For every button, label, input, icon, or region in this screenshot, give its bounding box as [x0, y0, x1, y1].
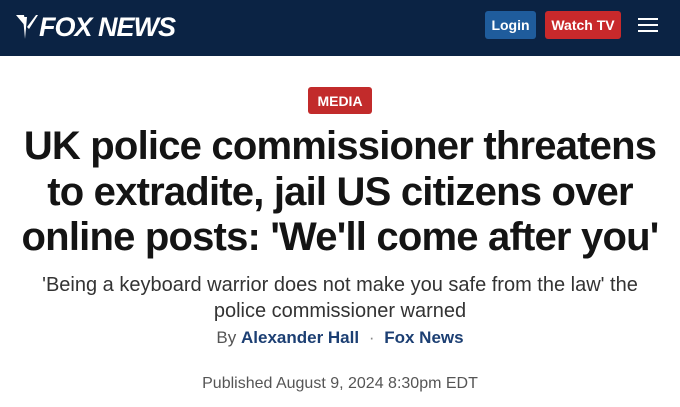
logo-text: FOX NEWS — [39, 11, 176, 42]
watch-tv-button[interactable]: Watch TV — [545, 11, 621, 39]
byline-prefix: By — [216, 328, 237, 347]
category-tag[interactable]: MEDIA — [308, 87, 372, 114]
source-link[interactable]: Fox News — [384, 328, 463, 347]
login-button[interactable]: Login — [485, 11, 536, 39]
article-subheadline: 'Being a keyboard warrior does not make … — [42, 274, 638, 322]
article-headline: UK police commissioner threatens to extr… — [21, 124, 660, 259]
fox-logo-icon — [16, 15, 38, 39]
hamburger-menu-icon[interactable] — [638, 16, 662, 34]
byline: By Alexander Hall · Fox News — [0, 328, 680, 348]
byline-separator: · — [368, 328, 375, 347]
published-date: Published August 9, 2024 8:30pm EDT — [202, 375, 478, 392]
site-header: FOX NEWS Login Watch TV — [0, 0, 680, 56]
author-link[interactable]: Alexander Hall — [241, 328, 359, 347]
fox-news-logo[interactable]: FOX NEWS — [14, 11, 176, 43]
